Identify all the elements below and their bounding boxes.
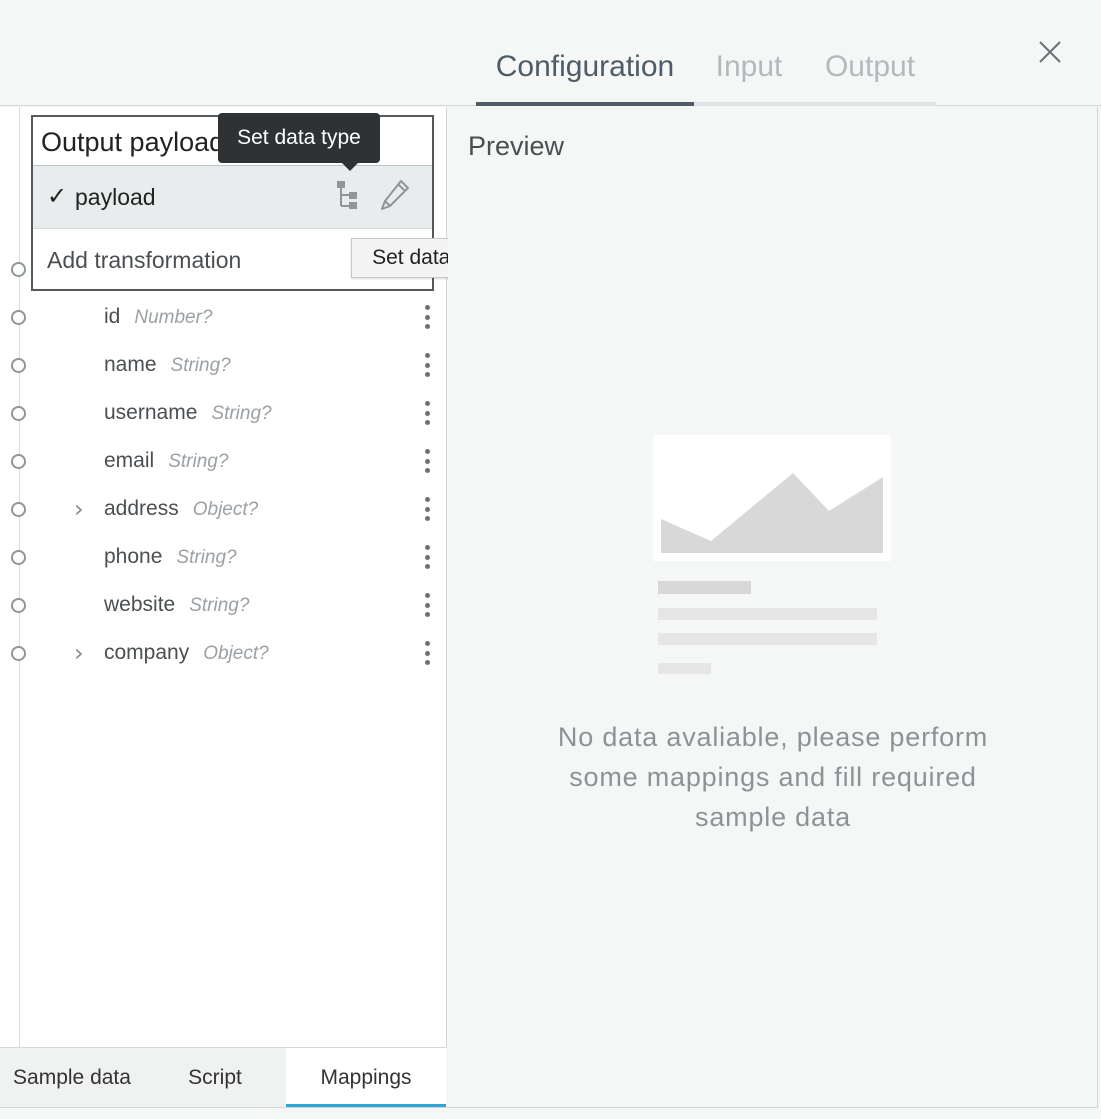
tab-output[interactable]: Output (804, 0, 936, 106)
tree-row-phone[interactable]: phone String? (0, 533, 447, 581)
tab-configuration-underline (476, 102, 694, 106)
connector-port[interactable] (11, 549, 26, 565)
tab-output-label: Output (824, 50, 916, 83)
check-icon: ✓ (47, 182, 68, 210)
field-type: String? (170, 355, 231, 376)
bottom-tabs: Sample data Script Mappings (0, 1047, 447, 1108)
empty-state-message: No data avaliable, please perform some m… (557, 722, 989, 832)
field-type: Object? (203, 643, 269, 664)
field-type: String? (189, 595, 250, 616)
connector-port[interactable] (11, 261, 26, 277)
field-name: address (104, 497, 179, 520)
field-label: phone String? (104, 545, 237, 569)
field-label: website String? (104, 593, 249, 617)
tab-script[interactable]: Script (144, 1048, 286, 1108)
add-transformation-button[interactable]: Add transformation (47, 247, 241, 274)
preview-title: Preview (468, 131, 565, 161)
field-type: String? (176, 547, 237, 568)
field-name: username (104, 401, 198, 424)
tab-mappings-label: Mappings (320, 1066, 412, 1089)
tab-output-underline (804, 102, 936, 106)
field-name: company (104, 641, 190, 664)
tree-structure-icon (337, 181, 357, 209)
more-options-icon[interactable] (418, 350, 436, 380)
field-label: email String? (104, 449, 228, 473)
field-type: Object? (192, 499, 259, 520)
main-tabs: Configuration Input Output (476, 0, 936, 106)
connector-port[interactable] (11, 597, 26, 613)
tab-configuration[interactable]: Configuration (476, 0, 694, 106)
tooltip-text: Set data type (237, 126, 361, 149)
tree-row-website[interactable]: website String? (0, 581, 447, 629)
more-options-icon[interactable] (418, 494, 436, 524)
tree-row-id[interactable]: id Number? (0, 293, 447, 341)
tree-row-company[interactable]: › company Object? (0, 629, 447, 677)
more-options-icon[interactable] (418, 638, 436, 668)
field-label: address Object? (104, 497, 258, 521)
connector-port[interactable] (11, 357, 26, 373)
preview-panel: Preview No data avaliable, please perfor… (448, 107, 1097, 1107)
tab-sample-data-label: Sample data (13, 1066, 131, 1089)
field-name: phone (104, 545, 163, 568)
set-data-type-button[interactable] (335, 179, 361, 211)
field-type: String? (168, 451, 229, 472)
tab-script-label: Script (188, 1066, 242, 1089)
tree-row-name[interactable]: name String? (0, 341, 447, 389)
connector-port[interactable] (11, 501, 26, 517)
mapping-editor-window: Configuration Input Output id Number? na… (0, 0, 1101, 1119)
tab-input-label: Input (715, 50, 783, 83)
field-label: company Object? (104, 641, 269, 665)
pencil-icon (381, 180, 409, 210)
tab-sample-data[interactable]: Sample data (0, 1048, 144, 1108)
tab-mappings[interactable]: Mappings (286, 1048, 446, 1108)
tooltip-arrow (342, 163, 358, 171)
tree-row-username[interactable]: username String? (0, 389, 447, 437)
more-options-icon[interactable] (418, 398, 436, 428)
field-label: name String? (104, 353, 231, 377)
chevron-right-icon[interactable]: › (74, 639, 84, 667)
tab-input[interactable]: Input (694, 0, 804, 106)
panel-border-bottom (0, 1107, 1098, 1108)
connector-port[interactable] (11, 453, 26, 469)
dropdown-title: Output payload (41, 127, 225, 157)
edit-button[interactable] (379, 178, 411, 212)
more-options-icon[interactable] (418, 590, 436, 620)
connector-port[interactable] (11, 309, 26, 325)
more-options-icon[interactable] (418, 542, 436, 572)
field-name: name (104, 353, 157, 376)
tab-configuration-label: Configuration (495, 50, 675, 83)
tooltip-set-data-type-dark: Set data type (218, 113, 380, 171)
field-type: Number? (134, 307, 213, 328)
close-icon (1039, 41, 1061, 63)
dropdown-item-payload[interactable]: ✓ payload (33, 165, 432, 229)
tree-row-email[interactable]: email String? (0, 437, 447, 485)
field-name: email (104, 449, 155, 472)
connector-port[interactable] (11, 405, 26, 421)
field-name: id (104, 305, 121, 328)
tree-row-address[interactable]: › address Object? (0, 485, 447, 533)
panel-border-right (1097, 107, 1098, 1107)
field-label: id Number? (104, 305, 213, 329)
more-options-icon[interactable] (418, 446, 436, 476)
more-options-icon[interactable] (418, 302, 436, 332)
field-type: String? (211, 403, 272, 424)
field-label: username String? (104, 401, 272, 425)
tab-input-underline (694, 102, 804, 106)
close-button[interactable] (1034, 36, 1066, 68)
chevron-right-icon[interactable]: › (74, 495, 84, 523)
dropdown-item-label: payload (75, 184, 156, 210)
empty-chart-illustration (653, 435, 891, 674)
connector-port[interactable] (11, 645, 26, 661)
header-bar: Configuration Input Output (0, 0, 1101, 106)
field-name: website (104, 593, 176, 616)
